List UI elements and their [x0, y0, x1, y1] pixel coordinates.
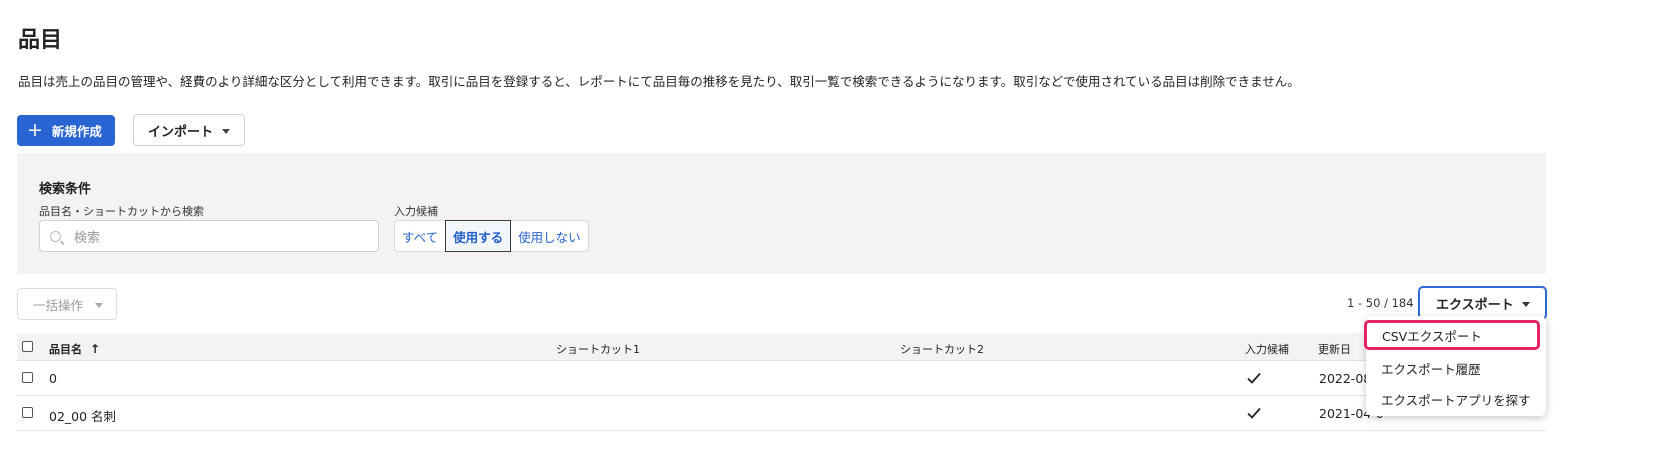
menu-item-csv-export[interactable]: CSVエクスポート	[1364, 320, 1540, 350]
search-icon	[50, 230, 61, 242]
import-button[interactable]: インポート	[133, 114, 245, 146]
sort-up-icon[interactable]: ↑	[90, 342, 100, 356]
suggest-filter-toggle: すべて 使用する 使用しない	[394, 220, 589, 252]
bulk-action-button[interactable]: 一括操作	[17, 288, 117, 320]
column-name-label: 品目名	[49, 343, 82, 356]
table-row[interactable]: 02_00 名刺 2021-04-0	[17, 396, 1546, 431]
column-header-shortcut2: ショートカット2	[900, 343, 984, 356]
import-button-label: インポート	[148, 124, 214, 140]
row-item-name[interactable]: 0	[49, 371, 57, 386]
export-button[interactable]: エクスポート	[1418, 286, 1547, 320]
suggest-filter-label: 入力候補	[394, 205, 438, 218]
pagination-count: 1 - 50 / 184	[1347, 296, 1414, 310]
table-header: 品目名 ↑ ショートカット1 ショートカット2 入力候補 更新日	[17, 333, 1546, 361]
row-item-name[interactable]: 02_00 名刺	[49, 406, 116, 425]
export-dropdown-menu: CSVエクスポート エクスポート履歴 エクスポートアプリを探す	[1364, 316, 1546, 416]
new-button[interactable]: + 新規作成	[17, 115, 115, 146]
search-placeholder: 検索	[74, 230, 101, 246]
page-description: 品目は売上の品目の管理や、経費のより詳細な区分として利用できます。取引に品目を登…	[18, 74, 1300, 89]
column-header-name[interactable]: 品目名 ↑	[49, 341, 100, 357]
plus-icon: +	[27, 119, 43, 141]
filter-option-all[interactable]: すべて	[395, 221, 445, 251]
column-header-suggest: 入力候補	[1245, 343, 1289, 356]
chevron-down-icon	[222, 129, 230, 134]
checkmark-icon	[1247, 407, 1261, 419]
filter-option-use[interactable]: 使用する	[445, 220, 512, 252]
select-all-checkbox[interactable]	[22, 341, 33, 352]
column-header-updated[interactable]: 更新日	[1318, 341, 1351, 357]
chevron-down-icon	[1522, 302, 1530, 307]
menu-item-export-history[interactable]: エクスポート履歴	[1366, 353, 1546, 383]
search-heading: 検索条件	[39, 182, 92, 197]
column-header-shortcut1: ショートカット1	[556, 343, 640, 356]
menu-item-find-export-app[interactable]: エクスポートアプリを探す	[1366, 384, 1546, 414]
search-panel: 検索条件 品目名・ショートカットから検索 検索 入力候補 すべて 使用する 使用…	[17, 153, 1546, 274]
table-row[interactable]: 0 2022-08-	[17, 361, 1546, 396]
export-button-label: エクスポート	[1436, 297, 1514, 313]
page-title: 品目	[18, 28, 63, 53]
new-button-label: 新規作成	[51, 124, 102, 139]
bulk-action-label: 一括操作	[33, 297, 84, 313]
checkmark-icon	[1247, 372, 1261, 384]
search-input[interactable]: 検索	[39, 220, 379, 252]
row-checkbox[interactable]	[22, 372, 33, 383]
chevron-down-icon	[95, 303, 103, 308]
filter-option-unused[interactable]: 使用しない	[511, 221, 588, 251]
row-checkbox[interactable]	[22, 407, 33, 418]
search-name-label: 品目名・ショートカットから検索	[39, 205, 204, 218]
